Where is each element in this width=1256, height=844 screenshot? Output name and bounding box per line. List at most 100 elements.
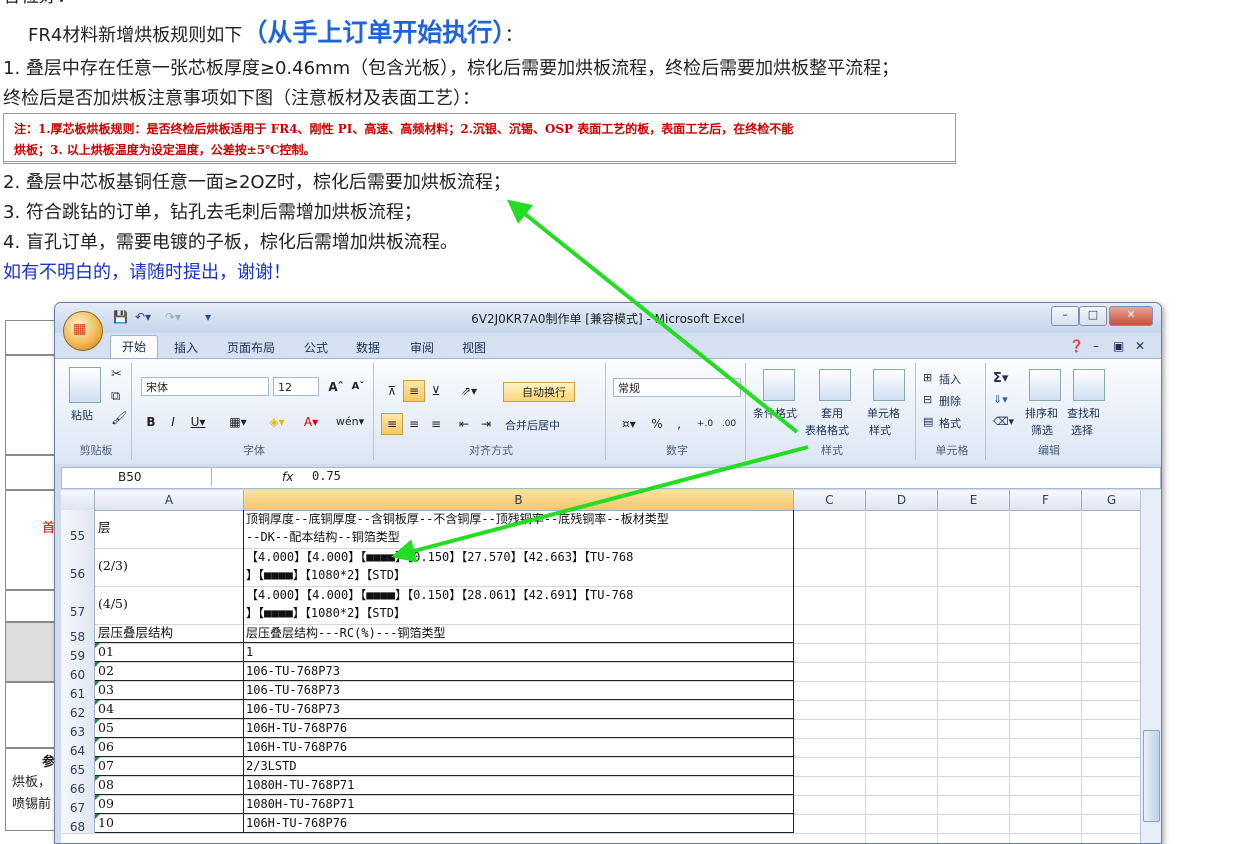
help-icon[interactable]: ❓ <box>1069 339 1084 353</box>
table-format-label-2[interactable]: 表格格式 <box>805 422 849 438</box>
shrink-font-icon[interactable]: Aˇ <box>347 376 369 398</box>
conditional-format-label[interactable]: 条件格式 <box>753 405 797 421</box>
cell-b[interactable]: 1080H-TU-768P71 <box>244 776 794 795</box>
grow-font-icon[interactable]: Aˆ <box>325 376 347 398</box>
insert-button[interactable]: 插入 <box>939 371 961 387</box>
copy-icon[interactable]: ⧉ <box>111 389 120 404</box>
merge-center-button[interactable]: 合并后居中 <box>505 417 560 433</box>
row-header[interactable]: 67 <box>61 795 95 815</box>
orientation-icon[interactable]: ⇗▾ <box>453 380 485 402</box>
row-header[interactable]: 64 <box>61 738 95 758</box>
excel-window[interactable]: 💾 ↶▾ ↷▾ ▾ 6V2J0KR7A0制作单 [兼容模式] - Microso… <box>54 302 1162 844</box>
cell-a[interactable]: 08 <box>95 776 244 795</box>
table-format-icon[interactable] <box>819 369 851 401</box>
align-left-icon[interactable]: ≡ <box>381 413 403 435</box>
cell-b[interactable]: 1080H-TU-768P71 <box>244 795 794 814</box>
align-middle-icon[interactable]: ≡ <box>403 380 425 402</box>
number-format-combo[interactable]: 常规 <box>613 378 741 397</box>
underline-icon[interactable]: U▾ <box>185 411 211 433</box>
paste-label[interactable]: 粘贴 <box>71 407 93 423</box>
cell-a[interactable]: 03 <box>95 681 244 700</box>
cell-style-label-1[interactable]: 单元格 <box>867 405 900 421</box>
percent-icon[interactable]: % <box>647 413 667 435</box>
office-button[interactable]: ▦ <box>63 311 103 351</box>
border-icon[interactable]: ▦▾ <box>221 411 255 433</box>
name-box[interactable]: B50 <box>62 468 212 486</box>
cell-a[interactable]: 层压叠层结构 <box>95 624 244 643</box>
font-name-combo[interactable]: 宋体 <box>141 377 269 396</box>
format-button[interactable]: 格式 <box>939 415 961 431</box>
sort-filter-icon[interactable] <box>1029 369 1061 401</box>
cell-a[interactable]: 10 <box>95 814 244 833</box>
close-button[interactable]: ✕ <box>1109 306 1153 326</box>
cell-a[interactable]: 02 <box>95 662 244 681</box>
table-format-label-1[interactable]: 套用 <box>821 405 843 421</box>
paste-icon[interactable] <box>69 367 101 403</box>
align-bottom-icon[interactable]: ⊻ <box>425 380 447 402</box>
formula-input[interactable]: 0.75 <box>312 469 341 483</box>
row-header[interactable]: 59 <box>61 643 95 663</box>
italic-icon[interactable]: I <box>163 411 183 433</box>
row-header[interactable]: 66 <box>61 776 95 796</box>
cell-b[interactable]: 顶铜厚度--底铜厚度--含铜板厚--不含铜厚--顶残铜率--底残铜率--板材类型… <box>244 510 794 548</box>
tab-home[interactable]: 开始 <box>110 335 158 360</box>
title-bar[interactable]: 💾 ↶▾ ↷▾ ▾ 6V2J0KR7A0制作单 [兼容模式] - Microso… <box>55 303 1161 333</box>
tab-insert[interactable]: 插入 <box>174 339 198 356</box>
column-header-b[interactable]: B <box>244 490 794 510</box>
cell-a[interactable]: 01 <box>95 643 244 662</box>
cell-b[interactable]: 106-TU-768P73 <box>244 681 794 700</box>
column-header-c[interactable]: C <box>794 490 866 510</box>
cell-b[interactable]: 106H-TU-768P76 <box>244 719 794 738</box>
tab-data[interactable]: 数据 <box>356 339 380 356</box>
select-all-corner[interactable] <box>61 490 95 510</box>
cell-b[interactable]: 106-TU-768P73 <box>244 662 794 681</box>
cell-b[interactable]: 【4.000】【4.000】【■■■■】【0.150】【27.570】【42.6… <box>244 548 794 586</box>
font-color-icon[interactable]: A▾ <box>295 411 327 433</box>
cell-a[interactable]: (4/5) <box>95 586 244 624</box>
column-header-a[interactable]: A <box>95 490 244 510</box>
cell-a[interactable]: 06 <box>95 738 244 757</box>
fill-icon[interactable]: ⇓▾ <box>993 393 1008 406</box>
fx-icon[interactable]: fx <box>282 470 293 484</box>
maximize-button[interactable]: □ <box>1079 306 1107 326</box>
cell-b[interactable]: 1 <box>244 643 794 662</box>
autosum-icon[interactable]: Σ▾ <box>993 371 1008 386</box>
worksheet-grid[interactable]: ABCDEFG 55 层顶铜厚度--底铜厚度--含铜板厚--不含铜厚--顶残铜率-… <box>61 490 1141 843</box>
minimize-button[interactable]: – <box>1051 306 1079 326</box>
cell-style-label-2[interactable]: 样式 <box>869 422 891 438</box>
bold-icon[interactable]: B <box>141 411 161 433</box>
scrollbar-thumb[interactable] <box>1143 730 1160 822</box>
currency-icon[interactable]: ¤▾ <box>613 413 645 435</box>
row-header[interactable]: 68 <box>61 814 95 834</box>
sort-filter-label-1[interactable]: 排序和 <box>1025 405 1058 421</box>
row-header[interactable]: 57 <box>61 586 95 624</box>
cut-icon[interactable]: ✂ <box>111 367 122 382</box>
row-header[interactable]: 60 <box>61 662 95 682</box>
find-select-label-1[interactable]: 查找和 <box>1067 405 1100 421</box>
cell-b[interactable]: 106H-TU-768P76 <box>244 814 794 833</box>
cell-b[interactable]: 【4.000】【4.000】【■■■■】【0.150】【28.061】【42.6… <box>244 586 794 624</box>
tab-page-layout[interactable]: 页面布局 <box>227 339 275 356</box>
cell-a[interactable]: 04 <box>95 700 244 719</box>
row-header[interactable]: 63 <box>61 719 95 739</box>
cell-a[interactable]: 层 <box>95 510 244 548</box>
wrap-text-button[interactable]: 自动换行 <box>503 382 575 402</box>
row-header[interactable]: 55 <box>61 510 95 548</box>
conditional-format-icon[interactable] <box>763 369 795 401</box>
row-header[interactable]: 58 <box>61 624 95 644</box>
cell-b[interactable]: 106-TU-768P73 <box>244 700 794 719</box>
phonetic-icon[interactable]: wén▾ <box>331 411 369 433</box>
comma-icon[interactable]: , <box>669 413 689 435</box>
align-center-icon[interactable]: ≡ <box>403 413 425 435</box>
vertical-scrollbar[interactable] <box>1140 490 1161 843</box>
column-header-f[interactable]: F <box>1010 490 1082 510</box>
row-header[interactable]: 62 <box>61 700 95 720</box>
row-header[interactable]: 61 <box>61 681 95 701</box>
clear-icon[interactable]: ⌫▾ <box>993 415 1014 428</box>
column-header-g[interactable]: G <box>1082 490 1141 510</box>
tab-view[interactable]: 视图 <box>462 339 486 356</box>
row-header[interactable]: 56 <box>61 548 95 586</box>
font-size-combo[interactable]: 12 <box>273 377 319 396</box>
ribbon-restore-icon[interactable]: ▣ <box>1113 339 1124 353</box>
delete-button[interactable]: 删除 <box>939 393 961 409</box>
